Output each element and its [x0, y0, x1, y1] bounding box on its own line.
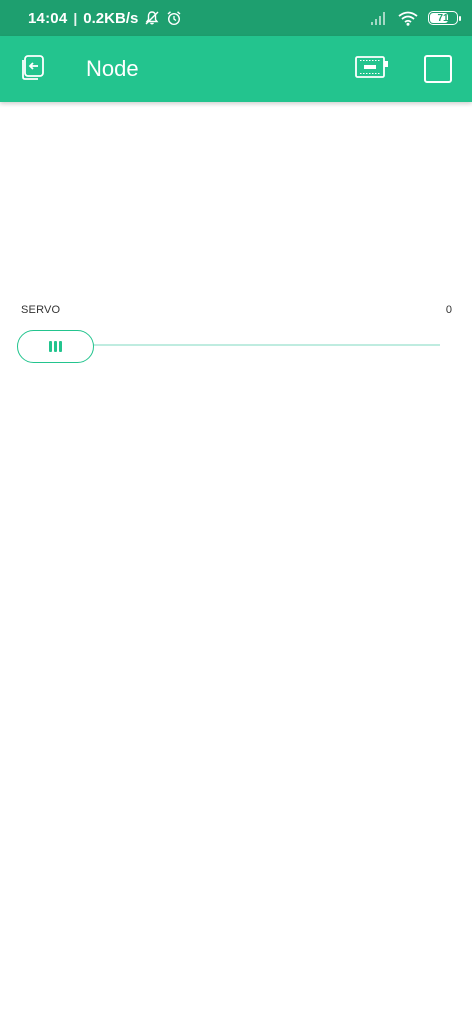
slider-label: SERVO [21, 304, 61, 316]
battery-tip [459, 16, 461, 21]
status-separator: | [73, 10, 78, 26]
app-title: Node [86, 56, 139, 81]
slider-value: 0 [445, 304, 452, 316]
status-bar: 14:04 | 0.2KB/s 71 [0, 0, 472, 36]
network-speed: 0.2KB/s [83, 9, 139, 27]
battery-icon: 71 [428, 11, 461, 25]
status-left: 14:04 | 0.2KB/s [28, 10, 370, 27]
battery-level: 71 [437, 12, 449, 24]
device-button[interactable] [354, 55, 390, 83]
wifi-icon [398, 11, 418, 26]
status-time: 14:04 [28, 9, 68, 27]
bell-off-icon [144, 10, 160, 26]
slider-track[interactable] [92, 344, 440, 346]
slider-thumb[interactable] [17, 330, 94, 363]
grip-icon [49, 341, 62, 352]
app-bar: Node [0, 36, 472, 102]
back-icon [19, 52, 49, 87]
alarm-icon [166, 10, 182, 26]
signal-icon [370, 11, 388, 25]
back-button[interactable] [18, 53, 50, 85]
device-icon [354, 54, 390, 85]
stop-button[interactable] [424, 55, 452, 83]
status-right: 71 [370, 11, 461, 26]
